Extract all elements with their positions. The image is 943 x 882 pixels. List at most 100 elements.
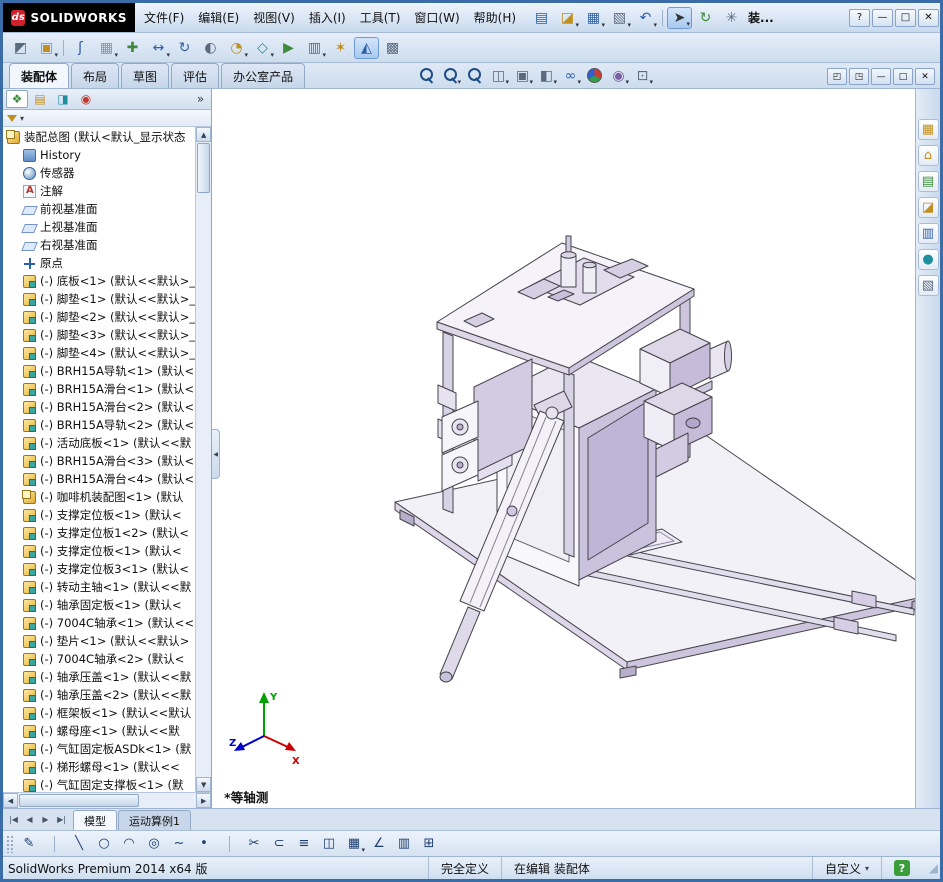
line-icon[interactable]: ╲ xyxy=(67,833,91,854)
sketch-separator[interactable] xyxy=(42,833,66,854)
exploded-view-icon[interactable]: ✶ xyxy=(328,37,353,59)
tree-item[interactable]: (-) 气缸固定板ASDk<1> (默 xyxy=(3,740,195,758)
tree-item[interactable]: (-) 框架板<1> (默认<<默认 xyxy=(3,704,195,722)
undo-icon[interactable]: ↶ xyxy=(633,7,658,29)
tree-item[interactable]: (-) 脚垫<4> (默认<<默认>_ xyxy=(3,344,195,362)
tree-item[interactable]: (-) 咖啡机装配图<1> (默认 xyxy=(3,488,195,506)
custom-properties-icon[interactable]: ● xyxy=(917,249,939,270)
tree-item[interactable]: (-) 梯形螺母<1> (默认<< xyxy=(3,758,195,776)
menu-item[interactable]: 编辑(E) xyxy=(191,6,246,29)
document-close-button[interactable]: ✕ xyxy=(915,68,935,85)
viewport-pane-icon[interactable]: ◳ xyxy=(849,68,869,85)
document-minimize-button[interactable]: — xyxy=(871,68,891,85)
move-component-icon[interactable]: ↔ xyxy=(146,37,171,59)
tree-item[interactable]: (-) BRH15A滑台<2> (默认< xyxy=(3,398,195,416)
scroll-up-icon[interactable]: ▲ xyxy=(196,127,212,142)
filter-icon[interactable] xyxy=(7,114,17,122)
quick-tip-segment[interactable]: ? xyxy=(881,857,922,879)
section-view-icon[interactable]: ◫ xyxy=(487,65,510,86)
save-icon[interactable]: ▦ xyxy=(581,7,606,29)
window-close-button[interactable]: ✕ xyxy=(918,8,939,27)
tree-item[interactable]: (-) 脚垫<1> (默认<<默认>_ xyxy=(3,290,195,308)
linear-sketch-pattern-icon[interactable]: ▦ xyxy=(342,833,366,854)
tree-item[interactable]: (-) 垫片<1> (默认<<默认> xyxy=(3,632,195,650)
menu-item[interactable]: 视图(V) xyxy=(246,6,302,29)
point-icon[interactable]: • xyxy=(192,833,216,854)
sketch-separator[interactable] xyxy=(217,833,241,854)
previous-view-icon[interactable] xyxy=(463,65,486,86)
display-style-icon[interactable]: ◧ xyxy=(535,65,558,86)
command-tab[interactable]: 办公室产品 xyxy=(221,63,306,88)
hide-show-items-icon[interactable]: ∞ xyxy=(559,65,582,86)
custom-status-dropdown[interactable]: 自定义 ▾ xyxy=(811,857,881,879)
design-library-icon[interactable]: ⌂ xyxy=(917,145,939,166)
mate-icon[interactable]: ʃ xyxy=(68,37,93,59)
tree-item[interactable]: (-) 轴承压盖<1> (默认<<默 xyxy=(3,668,195,686)
window-maximize-button[interactable]: □ xyxy=(895,8,916,27)
displaymanager-tab-icon[interactable]: ◉ xyxy=(75,90,97,108)
scroll-down-icon[interactable]: ▼ xyxy=(196,777,212,792)
mirror-entities-icon[interactable]: ◫ xyxy=(317,833,341,854)
assembly-features-icon[interactable]: ◔ xyxy=(224,37,249,59)
menu-item[interactable]: 文件(F) xyxy=(137,6,191,29)
tree-item[interactable]: (-) 支撑定位板<1> (默认< xyxy=(3,506,195,524)
view-orientation-icon[interactable]: ▣ xyxy=(511,65,534,86)
tree-item[interactable]: (-) 底板<1> (默认<<默认>_ xyxy=(3,272,195,290)
quick-tip-icon[interactable]: ? xyxy=(894,860,910,876)
tree-item[interactable]: 注解 xyxy=(3,182,195,200)
configurationmanager-tab-icon[interactable]: ◨ xyxy=(52,90,74,108)
solidworks-resources-icon[interactable]: ▦ xyxy=(917,119,939,140)
tree-item[interactable]: (-) BRH15A滑台<4> (默认< xyxy=(3,470,195,488)
model-tab[interactable]: 运动算例1 xyxy=(118,810,191,830)
command-tab[interactable]: 草图 xyxy=(121,63,170,88)
scroll-right-icon[interactable]: ▶ xyxy=(196,793,212,808)
component-pattern-icon[interactable]: ▦ xyxy=(94,37,119,59)
tree-item[interactable]: 传感器 xyxy=(3,164,195,182)
tree-item[interactable]: (-) 脚垫<3> (默认<<默认>_ xyxy=(3,326,195,344)
tree-item[interactable]: (-) BRH15A滑台<1> (默认< xyxy=(3,380,195,398)
vertical-scroll-thumb[interactable] xyxy=(197,143,211,193)
arc-icon[interactable]: ◠ xyxy=(117,833,141,854)
new-document-icon[interactable]: ▤ xyxy=(529,7,554,29)
trim-entities-icon[interactable]: ✂ xyxy=(242,833,266,854)
grid-system-icon[interactable]: ▥ xyxy=(392,833,416,854)
menu-item[interactable]: 帮助(H) xyxy=(467,6,523,29)
rebuild-icon[interactable]: ↻ xyxy=(693,7,718,29)
smart-fasteners-icon[interactable]: ✚ xyxy=(120,37,145,59)
edit-appearance-icon[interactable] xyxy=(583,65,606,86)
spline-icon[interactable]: ∼ xyxy=(167,833,191,854)
bill-of-materials-icon[interactable]: ▥ xyxy=(302,37,327,59)
ellipse-icon[interactable]: ◎ xyxy=(142,833,166,854)
assembly-3d-model[interactable] xyxy=(212,89,915,808)
tree-item[interactable]: (-) 轴承固定板<1> (默认< xyxy=(3,596,195,614)
view-palette-icon[interactable]: ◪ xyxy=(917,197,939,218)
tree-item[interactable]: (-) 气缸固定支撑板<1> (默 xyxy=(3,776,195,792)
scroll-left-icon[interactable]: ◀ xyxy=(3,793,18,808)
tree-item[interactable]: 原点 xyxy=(3,254,195,272)
graphics-viewport[interactable]: ◀ Y X Z *等轴测 xyxy=(212,89,915,808)
tab-nav-arrow-icon[interactable]: ▶ xyxy=(38,815,53,824)
toolbar-separator[interactable] xyxy=(60,37,67,59)
tree-item[interactable]: (-) 支撑定位板3<1> (默认< xyxy=(3,560,195,578)
command-tab[interactable]: 评估 xyxy=(171,63,220,88)
edit-component-icon[interactable]: ◩ xyxy=(8,37,33,59)
file-properties-icon[interactable]: ✳ xyxy=(719,7,744,29)
tab-nav-arrow-icon[interactable]: |◀ xyxy=(6,815,21,824)
open-document-icon[interactable]: ◪ xyxy=(555,7,580,29)
new-motion-study-icon[interactable]: ▶ xyxy=(276,37,301,59)
select-cursor-icon[interactable]: ➤ xyxy=(667,6,693,29)
reference-geometry-icon[interactable]: ◇ xyxy=(250,37,275,59)
tree-item[interactable]: (-) BRH15A导轨<1> (默认< xyxy=(3,362,195,380)
menu-item[interactable]: 窗口(W) xyxy=(407,6,466,29)
horizontal-scroll-thumb[interactable] xyxy=(19,794,139,807)
sketch-icon[interactable]: ✎ xyxy=(17,833,41,854)
large-assembly-mode-icon[interactable]: ▩ xyxy=(380,37,405,59)
propertymanager-tab-icon[interactable]: ▤ xyxy=(29,90,51,108)
toolbar-grip[interactable] xyxy=(6,834,13,853)
panel-collapse-handle[interactable]: ◀ xyxy=(212,429,221,479)
menu-item[interactable]: 工具(T) xyxy=(353,6,408,29)
smart-dimension-icon[interactable]: ∠ xyxy=(367,833,391,854)
tab-nav-arrow-icon[interactable]: ▶| xyxy=(54,815,69,824)
help-button[interactable]: ? xyxy=(849,8,870,27)
convert-entities-icon[interactable]: ⊂ xyxy=(267,833,291,854)
